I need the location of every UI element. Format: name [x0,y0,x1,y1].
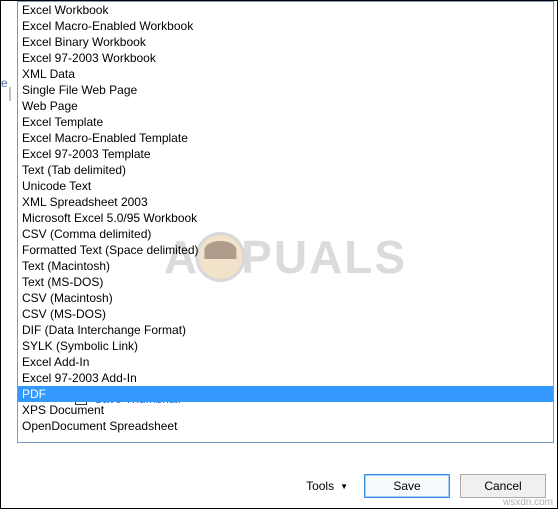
list-item[interactable]: CSV (Macintosh) [18,290,553,306]
list-item[interactable]: Text (Tab delimited) [18,162,553,178]
list-item[interactable]: Microsoft Excel 5.0/95 Workbook [18,210,553,226]
tools-label: Tools [306,479,334,493]
list-item[interactable]: Excel Binary Workbook [18,34,553,50]
list-item[interactable]: Excel Add-In [18,354,553,370]
list-item[interactable]: PDF [18,386,553,402]
list-item[interactable]: XML Spreadsheet 2003 [18,194,553,210]
list-item[interactable]: DIF (Data Interchange Format) [18,322,553,338]
list-item[interactable]: Excel Template [18,114,553,130]
list-item[interactable]: Unicode Text [18,178,553,194]
list-item[interactable]: Text (MS-DOS) [18,274,553,290]
list-item[interactable]: Excel Workbook [18,2,553,18]
list-item[interactable]: Excel 97-2003 Add-In [18,370,553,386]
list-item[interactable]: Text (Macintosh) [18,258,553,274]
list-item[interactable]: Excel Macro-Enabled Template [18,130,553,146]
list-item[interactable]: Excel 97-2003 Template [18,146,553,162]
list-item[interactable]: Web Page [18,98,553,114]
list-item[interactable]: SYLK (Symbolic Link) [18,338,553,354]
list-item[interactable]: OpenDocument Spreadsheet [18,418,553,434]
list-item[interactable]: Excel Macro-Enabled Workbook [18,18,553,34]
list-item[interactable]: XPS Document [18,402,553,418]
file-format-listbox[interactable]: A PUALS Excel WorkbookExcel Macro-Enable… [17,1,554,443]
list-item[interactable]: Excel 97-2003 Workbook [18,50,553,66]
decorative-line [9,87,11,101]
list-item[interactable]: Single File Web Page [18,82,553,98]
list-item[interactable]: XML Data [18,66,553,82]
list-item[interactable]: CSV (Comma delimited) [18,226,553,242]
save-button[interactable]: Save [364,474,450,498]
tools-dropdown[interactable]: Tools ▼ [300,475,354,497]
cancel-button[interactable]: Cancel [460,474,546,498]
left-marker: e [1,76,8,90]
chevron-down-icon: ▼ [340,482,348,491]
list-item[interactable]: CSV (MS-DOS) [18,306,553,322]
list-item[interactable]: Formatted Text (Space delimited) [18,242,553,258]
source-watermark: wsxdn.com [503,497,553,508]
